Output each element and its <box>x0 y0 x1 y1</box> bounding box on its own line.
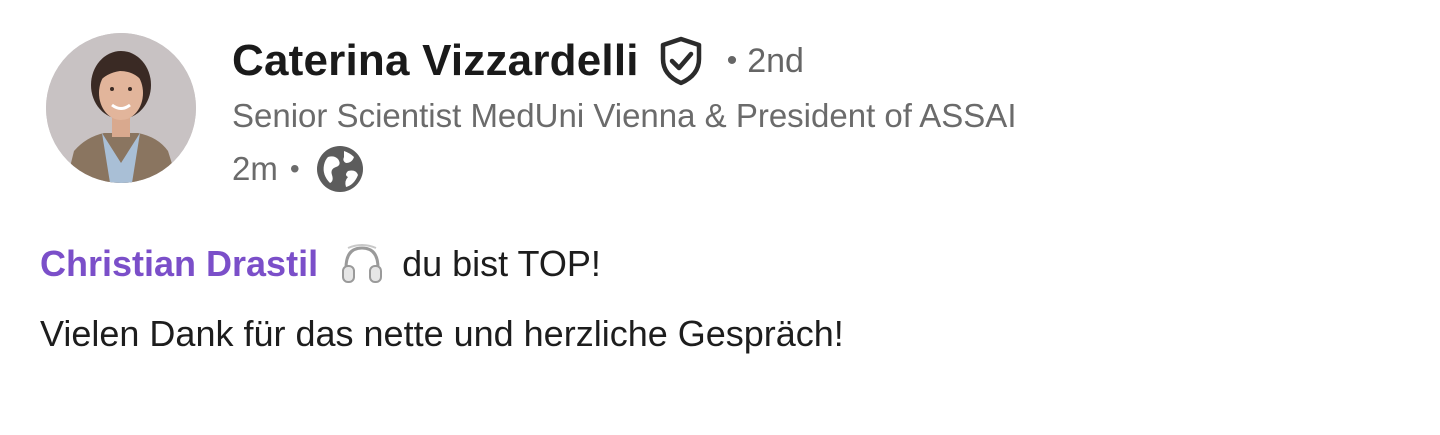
author-name[interactable]: Caterina Vizzardelli <box>232 36 639 86</box>
avatar-image <box>46 33 196 183</box>
author-headline: Senior Scientist MedUni Vienna & Preside… <box>232 97 1017 134</box>
post-meta: 2m • <box>232 140 1017 198</box>
post-time: 2m <box>232 150 278 187</box>
globe-icon <box>314 143 366 195</box>
shield-check-icon <box>655 35 707 87</box>
author-name-row: Caterina Vizzardelli • 2nd <box>232 30 1017 92</box>
post-card: Caterina Vizzardelli • 2nd Senior Scient… <box>0 0 1440 435</box>
comment-text-2: Vielen Dank für das nette und herzliche … <box>40 313 844 354</box>
avatar[interactable] <box>46 33 196 183</box>
headphones-icon <box>338 240 386 288</box>
degree-separator: • <box>726 44 738 77</box>
comment-line-1: Christian Drastil du bist TOP! <box>40 236 601 292</box>
author-block: Caterina Vizzardelli • 2nd Senior Scient… <box>232 30 1017 198</box>
mention-link[interactable]: Christian Drastil <box>40 243 318 285</box>
meta-separator: • <box>289 153 300 184</box>
connection-degree: 2nd <box>747 41 804 80</box>
comment-text-1: du bist TOP! <box>402 243 601 284</box>
